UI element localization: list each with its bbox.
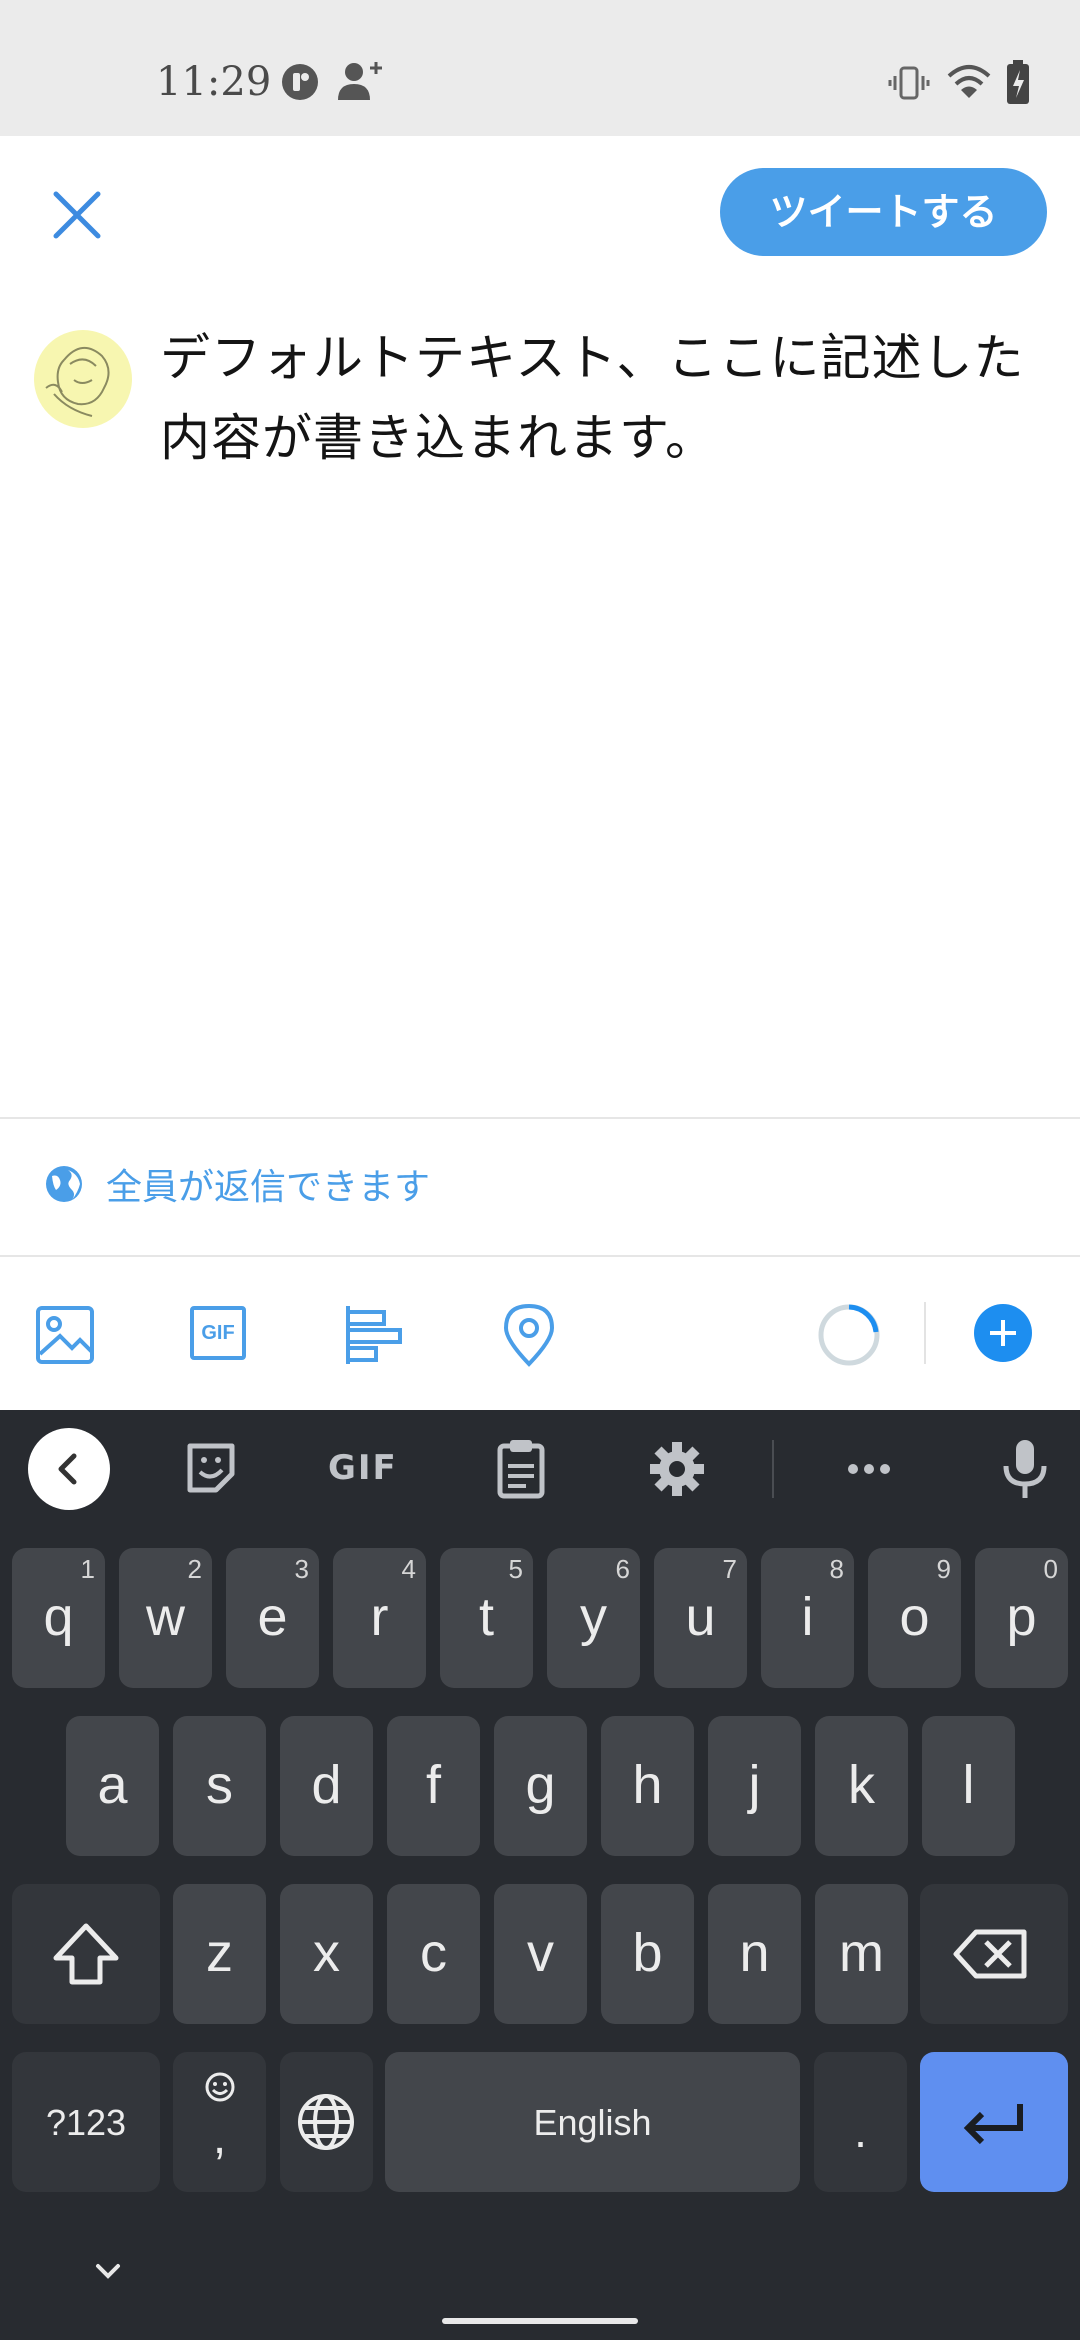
key-k[interactable]: k [815,1716,908,1856]
enter-key[interactable] [920,2052,1068,2192]
key-b[interactable]: b [601,1884,694,2024]
key-d[interactable]: d [280,1716,373,1856]
globe-icon [298,2094,354,2150]
key-q[interactable]: q1 [12,1548,105,1688]
key-z[interactable]: z [173,1884,266,2024]
emoji-icon [205,2072,235,2102]
key-u[interactable]: u7 [654,1548,747,1688]
key-x[interactable]: x [280,1884,373,2024]
key-v[interactable]: v [494,1884,587,2024]
key-g[interactable]: g [494,1716,587,1856]
more-icon[interactable] [836,1436,902,1502]
key-t[interactable]: t5 [440,1548,533,1688]
hide-keyboard-icon[interactable] [88,2258,128,2286]
backspace-key[interactable] [920,1884,1068,2024]
vibrate-icon [888,66,930,100]
key-a[interactable]: a [66,1716,159,1856]
key-j[interactable]: j [708,1716,801,1856]
key-e[interactable]: e3 [226,1548,319,1688]
key-i[interactable]: i8 [761,1548,854,1688]
key-w[interactable]: w2 [119,1548,212,1688]
language-key[interactable] [280,2052,373,2192]
gif-icon[interactable]: GIF [190,1306,246,1360]
wifi-icon [947,65,991,98]
status-bar: 11:29 [0,0,1080,136]
key-s[interactable]: s [173,1716,266,1856]
back-icon[interactable] [28,1428,110,1510]
key-h[interactable]: h [601,1716,694,1856]
tweet-button[interactable]: ツイートする [720,168,1047,256]
person-add-icon [338,62,382,100]
key-y[interactable]: y6 [547,1548,640,1688]
key-p[interactable]: p0 [975,1548,1068,1688]
settings-icon[interactable] [644,1436,710,1502]
image-icon[interactable] [30,1300,100,1370]
period-key[interactable]: . [814,2052,907,2192]
gif-badge: GIF [201,1322,235,1344]
keyboard-gif-button[interactable]: GIF [328,1448,398,1488]
reply-setting-label[interactable]: 全員が返信できます [106,1163,430,1213]
globe-icon[interactable] [44,1164,84,1204]
divider [0,1255,1080,1257]
shift-icon [53,1923,119,1985]
key-n[interactable]: n [708,1884,801,2024]
space-key[interactable]: English [385,2052,800,2192]
backspace-icon [953,1929,1027,1979]
clipboard-icon[interactable] [488,1436,554,1502]
add-icon[interactable] [974,1304,1032,1362]
comma-key[interactable]: , [173,2052,266,2192]
key-r[interactable]: r4 [333,1548,426,1688]
sticker-icon[interactable] [178,1436,244,1502]
home-indicator[interactable] [442,2318,638,2324]
poll-icon[interactable] [340,1300,410,1370]
location-icon[interactable] [494,1300,564,1370]
divider [0,1117,1080,1119]
toolbar-separator [924,1302,926,1364]
key-l[interactable]: l [922,1716,1015,1856]
app-icon [282,64,318,100]
avatar [34,330,132,428]
key-o[interactable]: o9 [868,1548,961,1688]
status-time: 11:29 [156,59,272,105]
close-icon[interactable] [50,188,104,242]
character-counter-icon [818,1304,880,1366]
shift-key[interactable] [12,1884,160,2024]
key-c[interactable]: c [387,1884,480,2024]
battery-icon [1007,60,1029,104]
tweet-text[interactable]: デフォルトテキスト、ここに記述した内容が書き込まれます。 [160,318,1040,478]
mic-icon[interactable] [992,1436,1058,1502]
key-m[interactable]: m [815,1884,908,2024]
symbols-key[interactable]: ?123 [12,2052,160,2192]
key-f[interactable]: f [387,1716,480,1856]
keyboard-toolbar-separator [772,1440,774,1498]
enter-icon [963,2104,1023,2145]
